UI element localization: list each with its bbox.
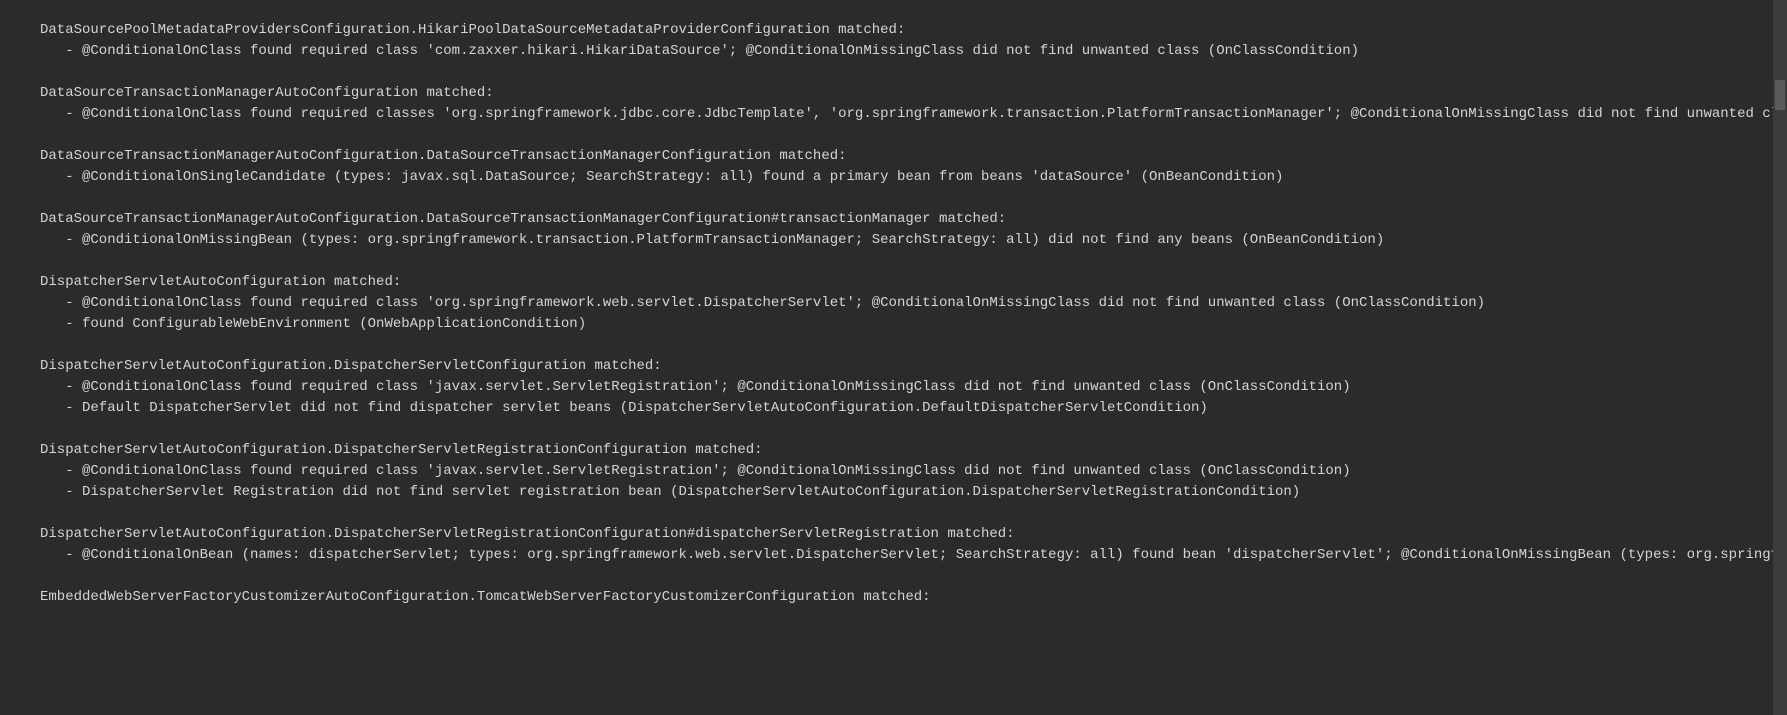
log-header: DispatcherServletAutoConfiguration.Dispa… [40,440,1787,461]
log-header: DispatcherServletAutoConfiguration.Dispa… [40,356,1787,377]
log-header: DataSourceTransactionManagerAutoConfigur… [40,209,1787,230]
log-block: DataSourceTransactionManagerAutoConfigur… [40,83,1787,125]
scrollbar-thumb[interactable] [1775,80,1785,110]
log-header: EmbeddedWebServerFactoryCustomizerAutoCo… [40,587,1787,608]
log-block: EmbeddedWebServerFactoryCustomizerAutoCo… [40,587,1787,608]
log-item: - found ConfigurableWebEnvironment (OnWe… [40,314,1787,335]
log-item: - @ConditionalOnClass found required cla… [40,41,1787,62]
log-block: DataSourcePoolMetadataProvidersConfigura… [40,20,1787,62]
log-item: - @ConditionalOnBean (names: dispatcherS… [40,545,1787,566]
log-header: DataSourceTransactionManagerAutoConfigur… [40,83,1787,104]
log-block: DispatcherServletAutoConfiguration.Dispa… [40,440,1787,503]
log-header: DataSourcePoolMetadataProvidersConfigura… [40,20,1787,41]
log-item: - Default DispatcherServlet did not find… [40,398,1787,419]
log-item: - DispatcherServlet Registration did not… [40,482,1787,503]
log-block: DispatcherServletAutoConfiguration match… [40,272,1787,335]
scrollbar-track[interactable] [1773,0,1787,715]
log-item: - @ConditionalOnSingleCandidate (types: … [40,167,1787,188]
log-header: DataSourceTransactionManagerAutoConfigur… [40,146,1787,167]
log-block: DataSourceTransactionManagerAutoConfigur… [40,146,1787,188]
log-block: DispatcherServletAutoConfiguration.Dispa… [40,356,1787,419]
log-block: DataSourceTransactionManagerAutoConfigur… [40,209,1787,251]
log-item: - @ConditionalOnClass found required cla… [40,293,1787,314]
log-item: - @ConditionalOnClass found required cla… [40,104,1787,125]
log-item: - @ConditionalOnClass found required cla… [40,461,1787,482]
log-output[interactable]: DataSourcePoolMetadataProvidersConfigura… [40,20,1787,608]
log-header: DispatcherServletAutoConfiguration match… [40,272,1787,293]
log-item: - @ConditionalOnClass found required cla… [40,377,1787,398]
log-header: DispatcherServletAutoConfiguration.Dispa… [40,524,1787,545]
log-block: DispatcherServletAutoConfiguration.Dispa… [40,524,1787,566]
log-item: - @ConditionalOnMissingBean (types: org.… [40,230,1787,251]
